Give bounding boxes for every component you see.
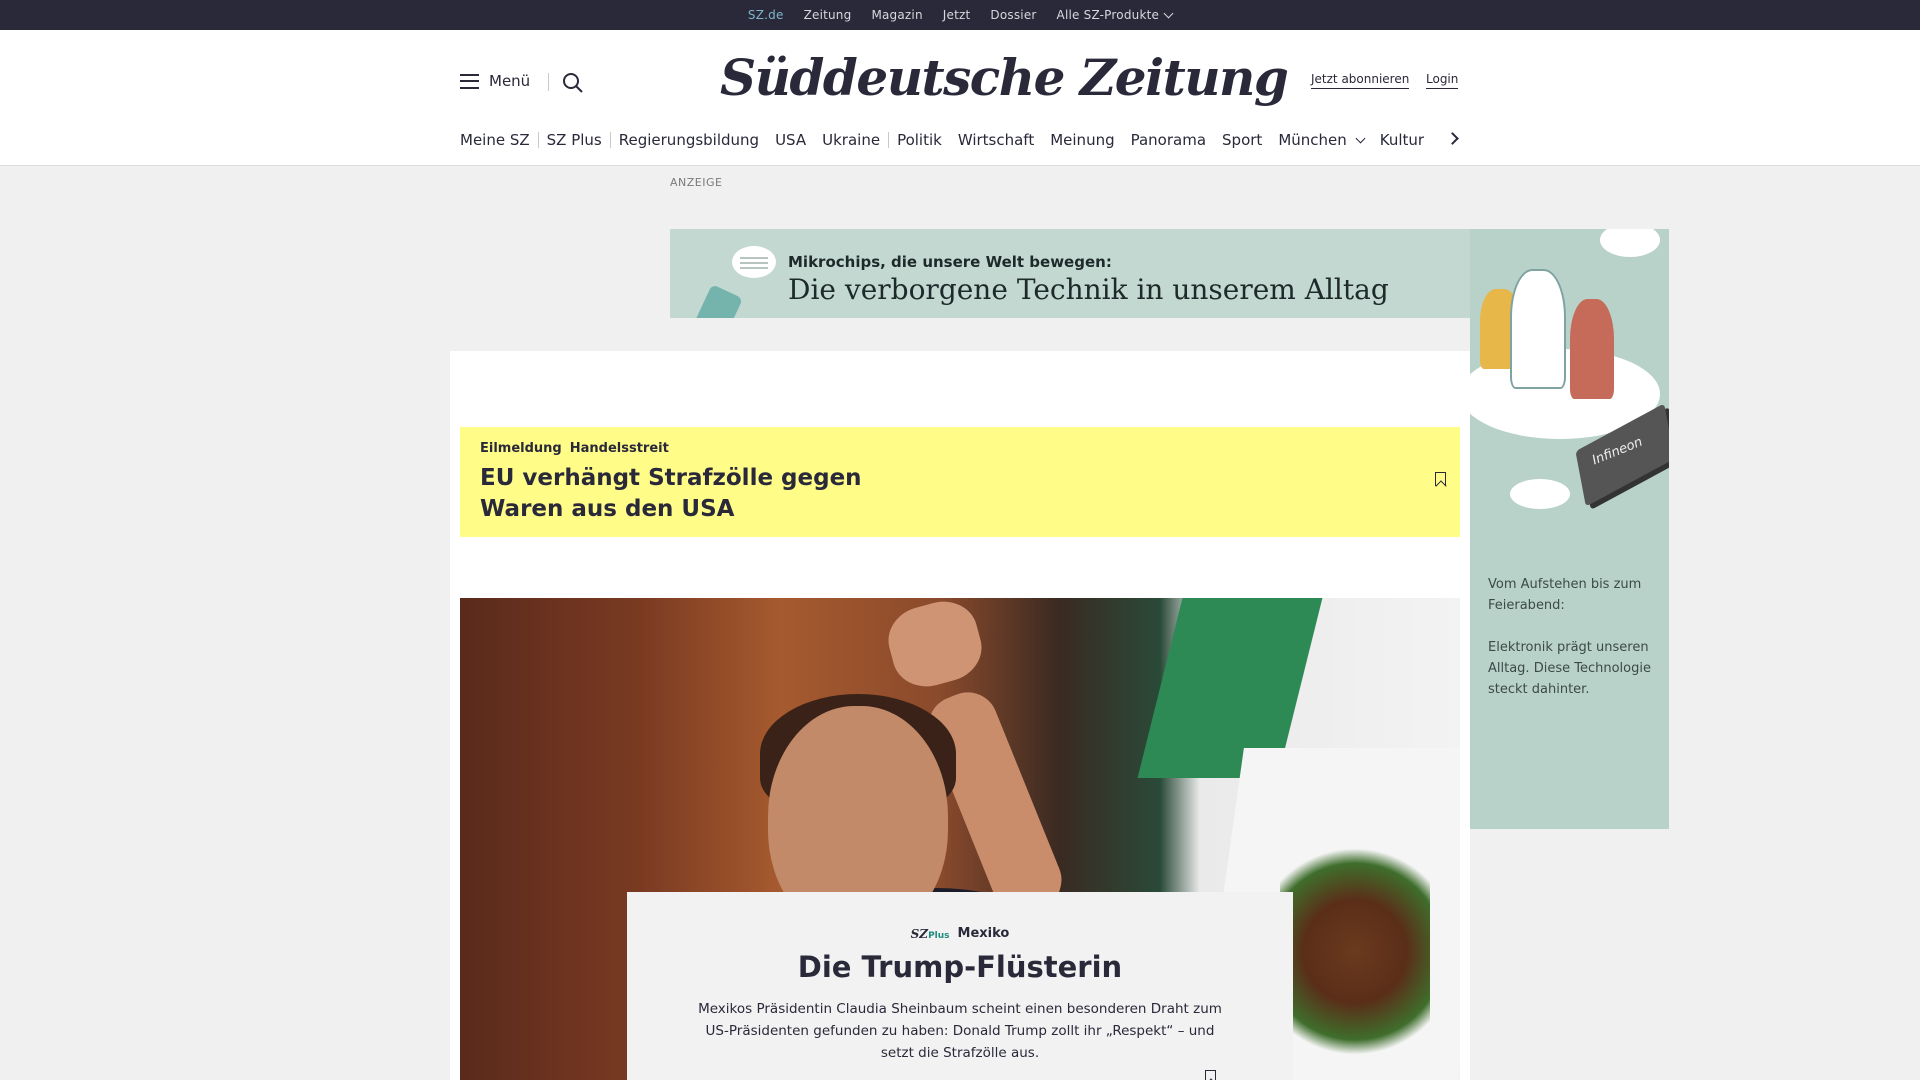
teaser-description: Mexikos Präsidentin Claudia Sheinbaum sc… bbox=[698, 1001, 1222, 1061]
bookmark-icon[interactable] bbox=[1435, 472, 1446, 486]
site-logo[interactable]: Süddeutsche Zeitung bbox=[720, 48, 1289, 107]
breaking-news-tags: Eilmeldung Handelsstreit bbox=[480, 441, 669, 456]
product-link-sz-de[interactable]: SZ.de bbox=[748, 8, 784, 32]
cloud-illustration bbox=[1600, 229, 1660, 257]
ad-side-text-1: Vom Aufstehen bis zum Feierabend: bbox=[1488, 577, 1642, 613]
chevron-down-icon bbox=[1355, 133, 1366, 143]
ad-skyscraper[interactable]: Infineon Vom Aufstehen bis zum Feieraben… bbox=[1470, 229, 1669, 829]
search-icon[interactable] bbox=[562, 72, 584, 94]
product-link-jetzt[interactable]: Jetzt bbox=[943, 8, 971, 22]
nav-item-sport[interactable]: Sport bbox=[1214, 131, 1270, 149]
breaking-news-banner[interactable]: Eilmeldung Handelsstreit EU verhängt Str… bbox=[460, 427, 1460, 537]
cloud-illustration bbox=[1510, 479, 1570, 509]
raised-fist bbox=[881, 598, 989, 695]
product-link-zeitung[interactable]: Zeitung bbox=[804, 8, 852, 22]
breaking-headline[interactable]: EU verhängt Strafzölle gegen Waren aus d… bbox=[480, 463, 900, 525]
site-header: Menü Süddeutsche Zeitung Jetzt abonniere… bbox=[0, 30, 1920, 166]
nav-item-politik[interactable]: Politik bbox=[889, 131, 950, 149]
ad-side-text-2: Elektronik prägt unseren Alltag. Diese T… bbox=[1488, 640, 1651, 697]
topic-tag: Handelsstreit bbox=[569, 441, 669, 456]
product-bar: SZ.de Zeitung Magazin Jetzt Dossier Alle… bbox=[0, 0, 1920, 32]
person-illustration bbox=[1570, 299, 1614, 399]
section-nav: Meine SZ SZ Plus Regierungsbildung USA U… bbox=[460, 128, 1432, 152]
bookmark-icon[interactable] bbox=[1205, 1070, 1216, 1080]
chevron-down-icon bbox=[1163, 8, 1174, 18]
ad-title: Die verborgene Technik in unserem Alltag bbox=[788, 273, 1389, 306]
ad-kicker: Mikrochips, die unsere Welt bewegen: bbox=[788, 253, 1112, 271]
chevron-right-icon[interactable] bbox=[1446, 132, 1459, 145]
nav-item-meine-sz[interactable]: Meine SZ bbox=[460, 131, 538, 149]
article-teaser[interactable]: SZPlus Mexiko Die Trump-Flüsterin Mexiko… bbox=[627, 892, 1293, 1080]
header-divider bbox=[548, 73, 549, 91]
product-link-dossier[interactable]: Dossier bbox=[990, 8, 1036, 22]
nav-item-regierungsbildung[interactable]: Regierungsbildung bbox=[611, 131, 767, 149]
teaser-title[interactable]: Die Trump-Flüsterin bbox=[627, 950, 1293, 984]
speech-bubble-icon bbox=[732, 246, 776, 278]
nav-item-wirtschaft[interactable]: Wirtschaft bbox=[950, 131, 1042, 149]
nav-item-panorama[interactable]: Panorama bbox=[1123, 131, 1214, 149]
nav-item-usa[interactable]: USA bbox=[767, 131, 814, 149]
teaser-topic: Mexiko bbox=[957, 926, 1010, 941]
teaser-kicker: SZPlus Mexiko bbox=[627, 926, 1293, 941]
eagle-emblem bbox=[1280, 848, 1430, 1078]
subscribe-link[interactable]: Jetzt abonnieren bbox=[1311, 72, 1410, 89]
nav-item-muenchen[interactable]: München bbox=[1270, 131, 1371, 149]
nav-item-muenchen-label: München bbox=[1278, 131, 1347, 149]
menu-button[interactable]: Menü bbox=[460, 72, 530, 90]
menu-label: Menü bbox=[489, 72, 531, 90]
hamburger-icon bbox=[460, 73, 479, 89]
login-link[interactable]: Login bbox=[1426, 72, 1459, 89]
ad-label: ANZEIGE bbox=[670, 176, 723, 189]
product-link-all-products[interactable]: Alle SZ-Produkte bbox=[1056, 8, 1174, 22]
nav-item-sz-plus[interactable]: SZ Plus bbox=[539, 131, 610, 149]
person-illustration bbox=[1510, 269, 1566, 389]
sz-plus-badge: SZPlus bbox=[910, 926, 950, 941]
nav-item-kultur[interactable]: Kultur bbox=[1372, 131, 1432, 149]
all-products-label: Alle SZ-Produkte bbox=[1056, 8, 1160, 22]
product-link-magazin[interactable]: Magazin bbox=[871, 8, 922, 22]
nav-item-meinung[interactable]: Meinung bbox=[1042, 131, 1122, 149]
main-content: Eilmeldung Handelsstreit EU verhängt Str… bbox=[450, 351, 1470, 1080]
nav-item-ukraine[interactable]: Ukraine bbox=[814, 131, 888, 149]
breaking-tag: Eilmeldung bbox=[480, 441, 562, 456]
plug-illustration bbox=[691, 284, 743, 318]
